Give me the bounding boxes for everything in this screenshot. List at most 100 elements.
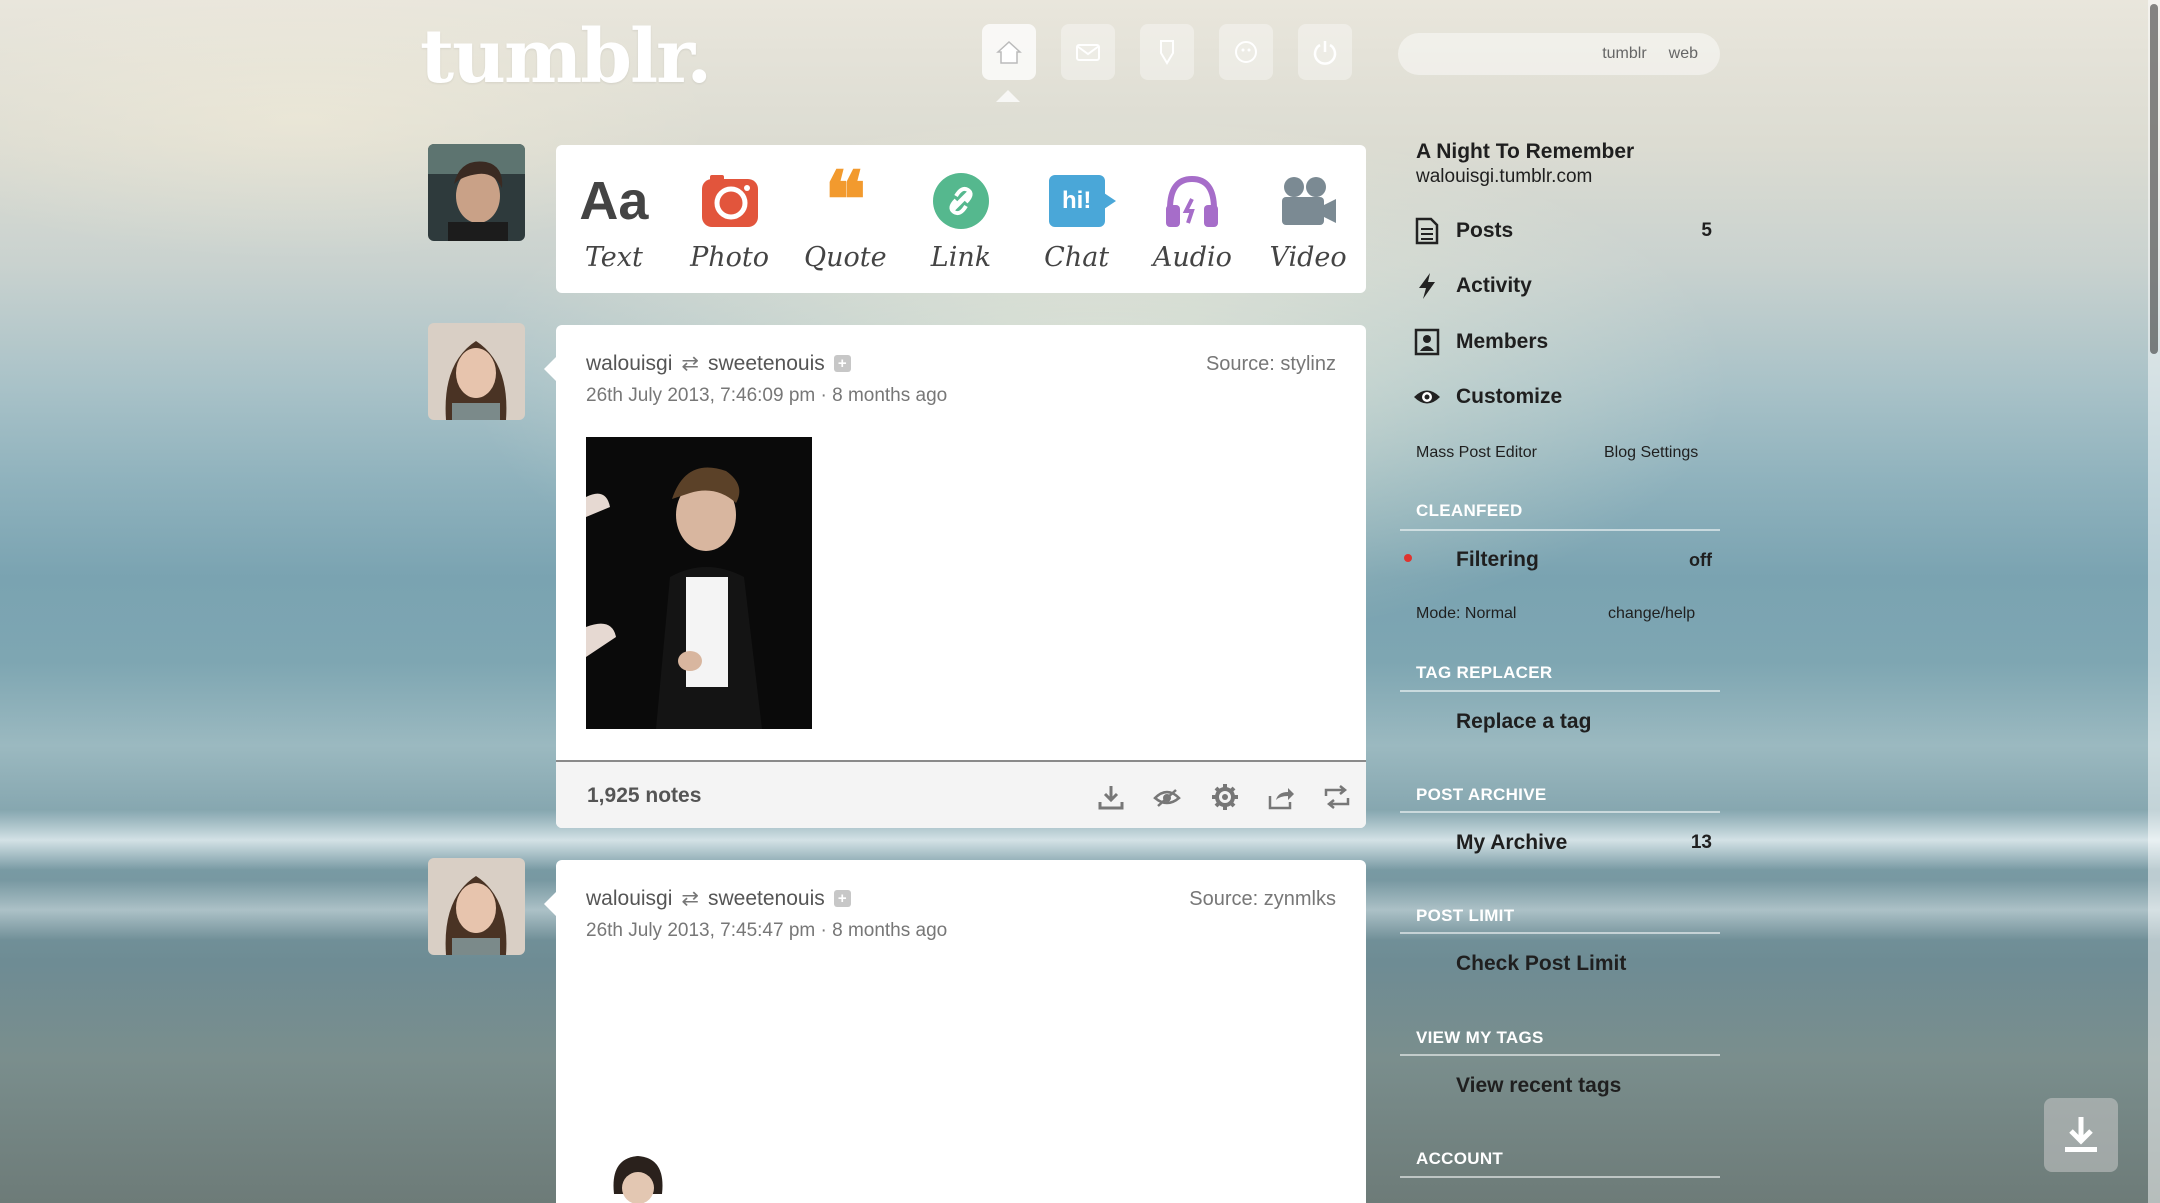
post-photo[interactable] xyxy=(606,1154,670,1203)
download-button[interactable] xyxy=(2044,1098,2118,1172)
post-type-quote[interactable]: ❝ Quote xyxy=(790,161,900,273)
search-scope-web[interactable]: web xyxy=(1663,41,1704,67)
divider xyxy=(1400,1176,1720,1178)
account-heading: ACCOUNT xyxy=(1416,1149,1504,1168)
power-icon[interactable] xyxy=(1298,24,1352,80)
view-tags-heading: VIEW MY TAGS xyxy=(1416,1028,1544,1047)
follow-plus-icon[interactable]: + xyxy=(833,890,851,907)
post-header: walouisgi ⇄ sweetenouis + xyxy=(586,351,851,376)
tag-icon xyxy=(1412,707,1442,737)
filter-icon xyxy=(1412,545,1442,575)
blog-title[interactable]: A Night To Remember xyxy=(1416,140,1634,164)
post-footer: 1,925 notes xyxy=(556,760,1366,828)
post-type-audio[interactable]: Audio xyxy=(1137,166,1247,273)
sidebar-item-count: 5 xyxy=(1701,220,1712,241)
search-box[interactable]: tumblr web xyxy=(1398,33,1720,75)
reblog-icon[interactable] xyxy=(1320,780,1354,814)
cleanfeed-heading: CLEANFEED xyxy=(1416,501,1523,520)
divider xyxy=(1400,811,1720,813)
post-archive-heading: POST ARCHIVE xyxy=(1416,785,1547,804)
post-timestamp[interactable]: 26th July 2013, 7:46:09 pm · 8 months ag… xyxy=(586,385,947,407)
sidebar-item-label: Customize xyxy=(1456,385,1563,408)
post-source-link[interactable]: Source: zynmlks xyxy=(1189,888,1336,911)
share-icon[interactable] xyxy=(1264,780,1298,814)
tags-icon xyxy=(1412,1071,1442,1101)
sidebar-item-replace-tag[interactable]: Replace a tag xyxy=(1412,704,1712,740)
post-type-video[interactable]: Video xyxy=(1253,166,1363,273)
status-dot xyxy=(1404,554,1412,562)
tumblr-logo[interactable]: tumblr. xyxy=(420,14,712,100)
sidebar-item-view-recent-tags[interactable]: View recent tags xyxy=(1412,1068,1712,1104)
post-timestamp[interactable]: 26th July 2013, 7:45:47 pm · 8 months ag… xyxy=(586,920,947,942)
post-type-photo[interactable]: Photo xyxy=(675,166,785,273)
reblogged-from-link[interactable]: sweetenouis xyxy=(708,887,825,911)
post-author-link[interactable]: walouisgi xyxy=(586,352,672,376)
divider xyxy=(1400,932,1720,934)
lightning-icon xyxy=(1412,271,1442,301)
blog-url[interactable]: walouisgi.tumblr.com xyxy=(1416,166,1592,188)
mass-post-editor-link[interactable]: Mass Post Editor xyxy=(1416,444,1537,462)
post-type-chat[interactable]: hi! Chat xyxy=(1022,166,1132,273)
reblogged-from-link[interactable]: sweetenouis xyxy=(708,352,825,376)
gear-icon[interactable] xyxy=(1208,780,1242,814)
sidebar-item-label: Filtering xyxy=(1456,548,1539,571)
divider xyxy=(1400,690,1720,692)
post-pointer xyxy=(544,892,556,916)
sidebar-item-filtering[interactable]: Filtering off xyxy=(1412,542,1712,578)
post-card: walouisgi ⇄ sweetenouis + 26th July 2013… xyxy=(544,860,1366,1203)
camera-icon xyxy=(675,166,785,236)
eye-icon xyxy=(1412,382,1442,412)
post-type-link[interactable]: Link xyxy=(906,166,1016,273)
archive-icon xyxy=(1412,828,1442,858)
follow-plus-icon[interactable]: + xyxy=(833,355,851,372)
post-card: walouisgi ⇄ sweetenouis + 26th July 2013… xyxy=(544,325,1366,828)
sidebar-item-label: Replace a tag xyxy=(1456,710,1592,733)
divider xyxy=(1400,529,1720,531)
sidebar-item-posts[interactable]: Posts 5 xyxy=(1412,213,1712,249)
post-type-text[interactable]: Aa Text xyxy=(559,166,669,273)
post-avatar[interactable] xyxy=(428,858,525,955)
activity-icon[interactable] xyxy=(1140,24,1194,80)
sidebar-item-label: My Archive xyxy=(1456,831,1568,854)
sidebar-item-activity[interactable]: Activity xyxy=(1412,268,1712,304)
video-camera-icon xyxy=(1253,166,1363,236)
download-icon[interactable] xyxy=(1094,780,1128,814)
change-help-link[interactable]: change/help xyxy=(1608,605,1695,623)
sidebar-item-label: Activity xyxy=(1456,274,1532,297)
post-author-link[interactable]: walouisgi xyxy=(586,887,672,911)
sidebar-item-customize[interactable]: Customize xyxy=(1412,379,1712,415)
blog-settings-link[interactable]: Blog Settings xyxy=(1604,444,1698,462)
post-limit-heading: POST LIMIT xyxy=(1416,906,1515,925)
account-icon[interactable] xyxy=(1219,24,1273,80)
sidebar-item-check-post-limit[interactable]: Check Post Limit xyxy=(1412,946,1712,982)
sidebar-item-label: Members xyxy=(1456,330,1549,353)
sidebar-item-members[interactable]: Members xyxy=(1412,324,1712,360)
notes-count[interactable]: 1,925 notes xyxy=(587,784,701,808)
download-arrow-icon xyxy=(2065,1117,2097,1152)
blog-avatar[interactable] xyxy=(428,144,525,241)
post-photo[interactable] xyxy=(586,437,812,729)
post-source-link[interactable]: Source: stylinz xyxy=(1206,353,1336,376)
post-type-label: Photo xyxy=(690,241,769,273)
home-icon[interactable] xyxy=(982,24,1036,80)
post-avatar[interactable] xyxy=(428,323,525,420)
reblog-icon: ⇄ xyxy=(681,887,699,910)
eye-hide-icon[interactable] xyxy=(1150,780,1184,814)
document-icon xyxy=(1412,216,1442,246)
reblog-icon: ⇄ xyxy=(681,352,699,375)
sidebar-item-count: 13 xyxy=(1690,832,1712,853)
filter-mode: Mode: Normal xyxy=(1416,605,1517,622)
sidebar-item-my-archive[interactable]: My Archive 13 xyxy=(1412,825,1712,861)
tag-replacer-heading: TAG REPLACER xyxy=(1416,663,1553,682)
mail-icon[interactable] xyxy=(1061,24,1115,80)
chat-icon: hi! xyxy=(1022,166,1132,236)
sidebar-item-label: Posts xyxy=(1456,219,1514,242)
post-type-label: Chat xyxy=(1044,241,1110,273)
divider xyxy=(1400,1054,1720,1056)
members-icon xyxy=(1412,327,1442,357)
sidebar-item-label: View recent tags xyxy=(1456,1074,1622,1097)
post-type-label: Video xyxy=(1269,241,1347,273)
post-type-label: Audio xyxy=(1152,241,1232,273)
scrollbar-thumb[interactable] xyxy=(2150,4,2158,354)
search-scope-tumblr[interactable]: tumblr xyxy=(1596,41,1652,67)
